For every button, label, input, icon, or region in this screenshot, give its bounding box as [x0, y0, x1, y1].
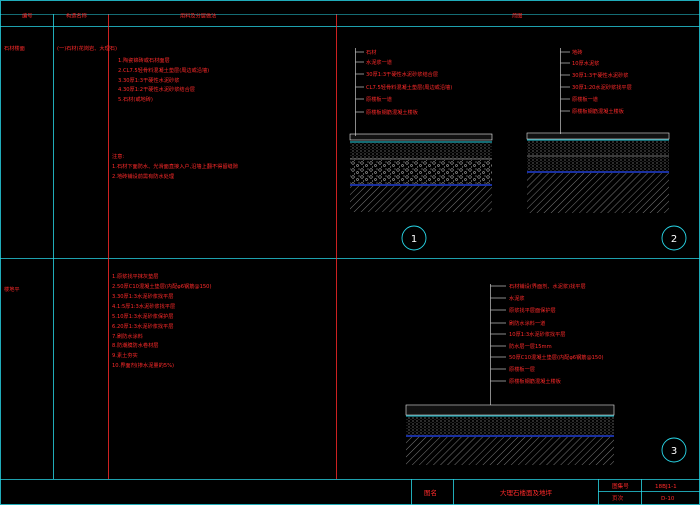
title-block: 图名 大理石楼面及地坪 图集号 18BJ1-1 页次 D-10 — [411, 479, 700, 505]
fig3-label-1: 石材铺设(界面剂、水泥浆)找平层 — [509, 282, 586, 290]
header-spec: 用料及分层做法 — [180, 12, 216, 20]
fig2-label-6: 原楼板钢筋混凝土楼板 — [572, 107, 625, 115]
row2-step-6: 6.20厚1:3水泥砂浆找平层 — [112, 322, 173, 330]
row2-step-1: 1.原浆找平抹灰垫层 — [112, 272, 158, 280]
fig1-label-6: 原楼板钢筋混凝土楼板 — [366, 108, 419, 116]
fig1-label-3: 30厚1:3干硬性水泥砂浆结合层 — [366, 70, 438, 78]
row1-note-1: 1.石材下面防水、光滑面直接入户,沿墙上翻不得留缝隙 — [112, 162, 238, 170]
title-label-page: 页次 — [612, 494, 624, 502]
figure-3-section: 石材铺设(界面剂、水泥浆)找平层 水泥浆 原浆找平层面保护层 刷防水涂料一道 1… — [405, 282, 687, 465]
fig2-label-1: 地砖 — [572, 48, 582, 56]
fig1-label-4: CL7.5轻骨料混凝土垫层(周边或沿墙) — [366, 83, 452, 91]
row2-step-5: 5.10厚1:3水泥砂浆保护层 — [112, 312, 173, 320]
figure-1-leaders — [355, 51, 364, 113]
fig3-label-7: 50厚C10混凝土垫层(内配φ6钢筋@150) — [509, 353, 604, 361]
header-name: 构造名称 — [66, 12, 87, 20]
figure-3-number: 3 — [671, 446, 677, 457]
title-label-atlas: 图集号 — [612, 482, 629, 490]
row1-step-5: 5.石材(或地砖) — [118, 95, 153, 103]
figure-2-number: 2 — [671, 234, 677, 245]
fig2-label-2: 10厚水泥浆 — [572, 59, 599, 67]
fig2-label-4: 30厚1:20水泥砂浆找平层 — [572, 83, 632, 91]
figure-3-leaders — [490, 285, 506, 382]
fig2-label-3: 30厚1:3干硬性水泥砂浆 — [572, 71, 628, 79]
fig3-label-8: 原楼板一层 — [509, 365, 535, 373]
header-number: 编号 — [22, 12, 32, 20]
row2-step-10: 10.界面剂(掺水泥量的5%) — [112, 361, 174, 369]
row1-note-2: 2.地砖铺设前需有防水处理 — [112, 172, 175, 180]
row1-code: 石材楼面 — [4, 44, 25, 52]
fig2-label-5: 原楼板一道 — [572, 95, 598, 103]
cad-drawing-sheet: 编号 构造名称 用料及分层做法 简图 石材楼面 (一)石材(花岗岩、大理石) 1… — [0, 0, 700, 505]
row1-step-1: 1.陶瓷锦砖或石材面层 — [118, 56, 170, 64]
figure-2-leaders — [560, 51, 570, 112]
row1-name: (一)石材(花岗岩、大理石) — [57, 44, 117, 52]
row1-step-4: 4.30厚1:2干硬性水泥砂浆结合层 — [118, 85, 195, 93]
title-label-name: 图名 — [424, 488, 437, 497]
row2-step-8: 8.防潮膜防水卷材层 — [112, 341, 158, 349]
fig1-label-2: 水泥浆一道 — [366, 58, 392, 66]
atlas-number: 18BJ1-1 — [655, 484, 677, 490]
row2-code: 楼地平 — [4, 285, 20, 293]
fig3-label-5: 10厚1:3水泥砂浆找平层 — [509, 330, 565, 338]
figure-2-section: 地砖 10厚水泥浆 30厚1:3干硬性水泥砂浆 30厚1:20水泥砂浆找平层 原… — [526, 48, 687, 251]
fig1-label-1: 石材 — [366, 48, 376, 56]
page-number: D-10 — [661, 496, 675, 502]
fig3-label-6: 防水层一层15mm — [509, 342, 552, 350]
drawing-name: 大理石楼面及地坪 — [500, 488, 553, 497]
table-header: 编号 构造名称 用料及分层做法 简图 — [22, 12, 522, 20]
figure-1-section: 石材 水泥浆一道 30厚1:3干硬性水泥砂浆结合层 CL7.5轻骨料混凝土垫层(… — [349, 48, 493, 251]
fig3-label-2: 水泥浆 — [509, 294, 525, 302]
row2-step-3: 3.30厚1:3水泥砂浆找平层 — [112, 292, 173, 300]
row2-step-9: 9.素土夯实 — [112, 351, 138, 359]
fig3-label-3: 原浆找平层面保护层 — [509, 306, 556, 314]
row1-step-3: 3.30厚1:3干硬性水泥砂浆 — [118, 76, 179, 84]
row2-step-7: 7.刷防水涂料 — [112, 332, 143, 340]
row1-step-2: 2.CL7.5轻骨料混凝土垫层(周边或沿墙) — [118, 66, 209, 74]
header-figure: 简图 — [512, 12, 522, 20]
row1-note-0: 注意: — [112, 152, 124, 160]
row-stone-floor: 石材楼面 (一)石材(花岗岩、大理石) 1.陶瓷锦砖或石材面层 2.CL7.5轻… — [4, 44, 238, 180]
fig1-label-5: 原楼板一道 — [366, 95, 392, 103]
fig3-label-9: 原楼板钢筋混凝土楼板 — [509, 377, 562, 385]
figure-1-number: 1 — [411, 234, 417, 245]
row2-step-4: 4.1:5厚1:3水泥砂浆找平层 — [112, 302, 175, 310]
row2-step-2: 2.50厚C10混凝土垫层(内配φ6钢筋@150) — [112, 282, 212, 290]
fig3-label-4: 刷防水涂料一道 — [509, 319, 545, 327]
row-ground-floor: 楼地平 1.原浆找平抹灰垫层 2.50厚C10混凝土垫层(内配φ6钢筋@150)… — [4, 272, 212, 369]
